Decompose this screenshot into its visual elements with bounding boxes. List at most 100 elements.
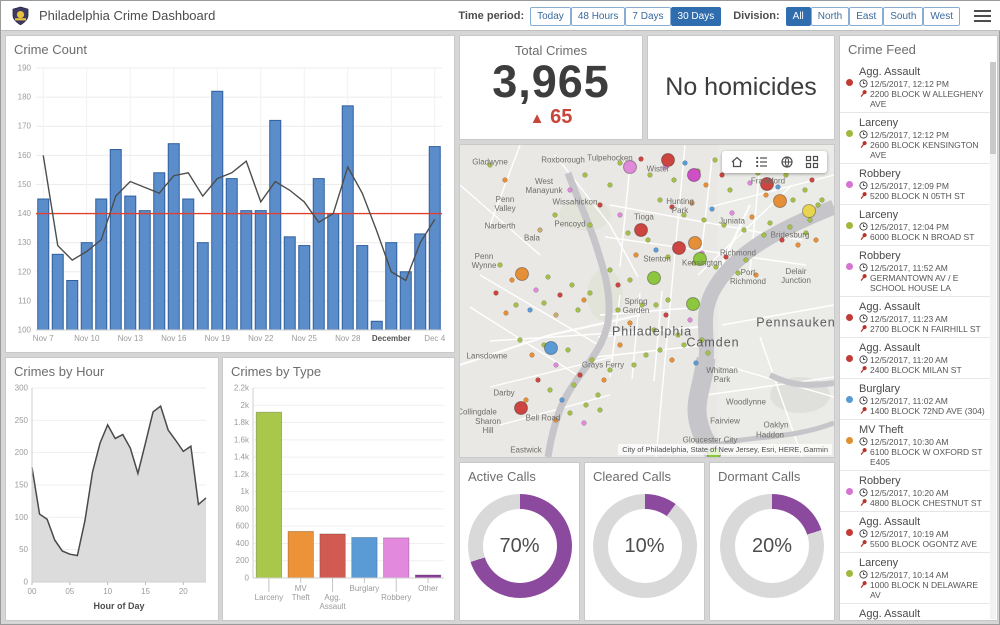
basemap-icon[interactable] [780,155,794,169]
crime-dot[interactable] [628,278,633,283]
crime-dot[interactable] [553,213,558,218]
crime-dot[interactable] [542,301,547,306]
crime-dot[interactable] [706,351,711,356]
crime-dot[interactable] [639,157,644,162]
crime-dot[interactable] [690,201,695,206]
crime-dot[interactable] [546,275,551,280]
crime-dot[interactable] [694,361,699,366]
crime-dot[interactable] [558,293,563,298]
crime-dot[interactable] [724,255,729,260]
crime-dot[interactable] [780,238,785,243]
crime-dot[interactable] [608,183,613,188]
legend-icon[interactable] [755,155,769,169]
crime-dot[interactable] [582,421,587,426]
crime-dot[interactable] [582,298,587,303]
crime-dot[interactable] [654,248,659,253]
crime-dot[interactable] [714,265,719,270]
crime-dot[interactable] [682,213,687,218]
crime-dot[interactable] [666,255,671,260]
crime-dot[interactable] [670,358,675,363]
crime-dot[interactable] [676,333,681,338]
crime-dot[interactable] [530,353,535,358]
crime-cluster-dot[interactable] [774,195,787,208]
apps-icon[interactable] [805,155,819,169]
crime-dot[interactable] [666,298,671,303]
crime-dot[interactable] [816,203,821,208]
division-button-south[interactable]: South [883,7,923,26]
crime-dot[interactable] [634,253,639,258]
crime-dot[interactable] [588,291,593,296]
crime-dot[interactable] [808,218,813,223]
crime-dot[interactable] [524,398,529,403]
crime-cluster-dot[interactable] [689,237,702,250]
crime-cluster-dot[interactable] [545,342,558,355]
crime-dot[interactable] [688,318,693,323]
crime-dot[interactable] [576,308,581,313]
feed-item[interactable]: Agg. Assault 12/5/2017, 10:19 AM 5500 BL… [840,512,990,553]
division-button-north[interactable]: North [811,7,849,26]
crime-dot[interactable] [762,233,767,238]
crime-dot[interactable] [570,283,575,288]
crime-dot[interactable] [768,221,773,226]
crime-dot[interactable] [648,173,653,178]
crime-dot[interactable] [602,378,607,383]
crime-dot[interactable] [744,258,749,263]
crime-dot[interactable] [722,223,727,228]
crime-dot[interactable] [704,183,709,188]
feed-item[interactable]: Agg. Assault 12/5/2017, 11:20 AM 2400 BL… [840,338,990,379]
feed-scrollbar-thumb[interactable] [990,62,996,154]
crime-dot[interactable] [742,228,747,233]
crime-dot[interactable] [578,373,583,378]
crime-dot[interactable] [590,358,595,363]
crime-dot[interactable] [560,398,565,403]
crime-dot[interactable] [554,418,559,423]
crime-dot[interactable] [784,173,789,178]
crime-dot[interactable] [664,313,669,318]
crime-dot[interactable] [598,203,603,208]
crime-dot[interactable] [682,343,687,348]
time-period-button-7-days[interactable]: 7 Days [625,7,670,26]
crime-dot[interactable] [498,263,503,268]
menu-icon[interactable] [974,7,991,25]
crime-cluster-dot[interactable] [687,298,700,311]
crime-dot[interactable] [548,388,553,393]
crime-dot[interactable] [644,353,649,358]
crime-dot[interactable] [514,303,519,308]
crime-dot[interactable] [700,338,705,343]
crime-cluster-dot[interactable] [694,253,707,266]
crime-dot[interactable] [776,185,781,190]
feed-scrollbar[interactable] [990,62,996,619]
feed-item[interactable]: Robbery 12/5/2017, 12:09 PM 5200 BLOCK N… [840,164,990,205]
crime-dot[interactable] [702,218,707,223]
crime-dot[interactable] [510,278,515,283]
feed-item[interactable]: MV Theft 12/5/2017, 10:30 AM 6100 BLOCK … [840,420,990,471]
crime-dot[interactable] [554,313,559,318]
crime-dot[interactable] [730,211,735,216]
crime-dot[interactable] [504,311,509,316]
crime-dot[interactable] [503,178,508,183]
crime-dot[interactable] [646,238,651,243]
division-button-all[interactable]: All [786,7,811,26]
crime-dot[interactable] [536,378,541,383]
crime-dot[interactable] [640,303,645,308]
crime-dot[interactable] [736,271,741,276]
crime-dot[interactable] [568,188,573,193]
crime-cluster-dot[interactable] [635,224,648,237]
crime-dot[interactable] [710,207,715,212]
crime-dot[interactable] [803,188,808,193]
feed-item[interactable]: Larceny 12/5/2017, 10:14 AM 1000 BLOCK N… [840,553,990,604]
division-button-west[interactable]: West [923,7,960,26]
home-icon[interactable] [730,155,744,169]
time-period-button-today[interactable]: Today [530,7,571,26]
crime-dot[interactable] [658,198,663,203]
crime-dot[interactable] [720,173,725,178]
crime-dot[interactable] [814,238,819,243]
crime-dot[interactable] [791,198,796,203]
crime-dot[interactable] [608,268,613,273]
feed-item[interactable]: Robbery 12/5/2017, 11:52 AM GERMANTOWN A… [840,246,990,297]
time-period-button-48-hours[interactable]: 48 Hours [571,7,626,26]
crime-dot[interactable] [528,308,533,313]
crime-dot[interactable] [764,193,769,198]
crime-map[interactable]: GladwyneRoxboroughTulpehockenWisterWest … [459,144,835,458]
crime-dot[interactable] [820,198,825,203]
